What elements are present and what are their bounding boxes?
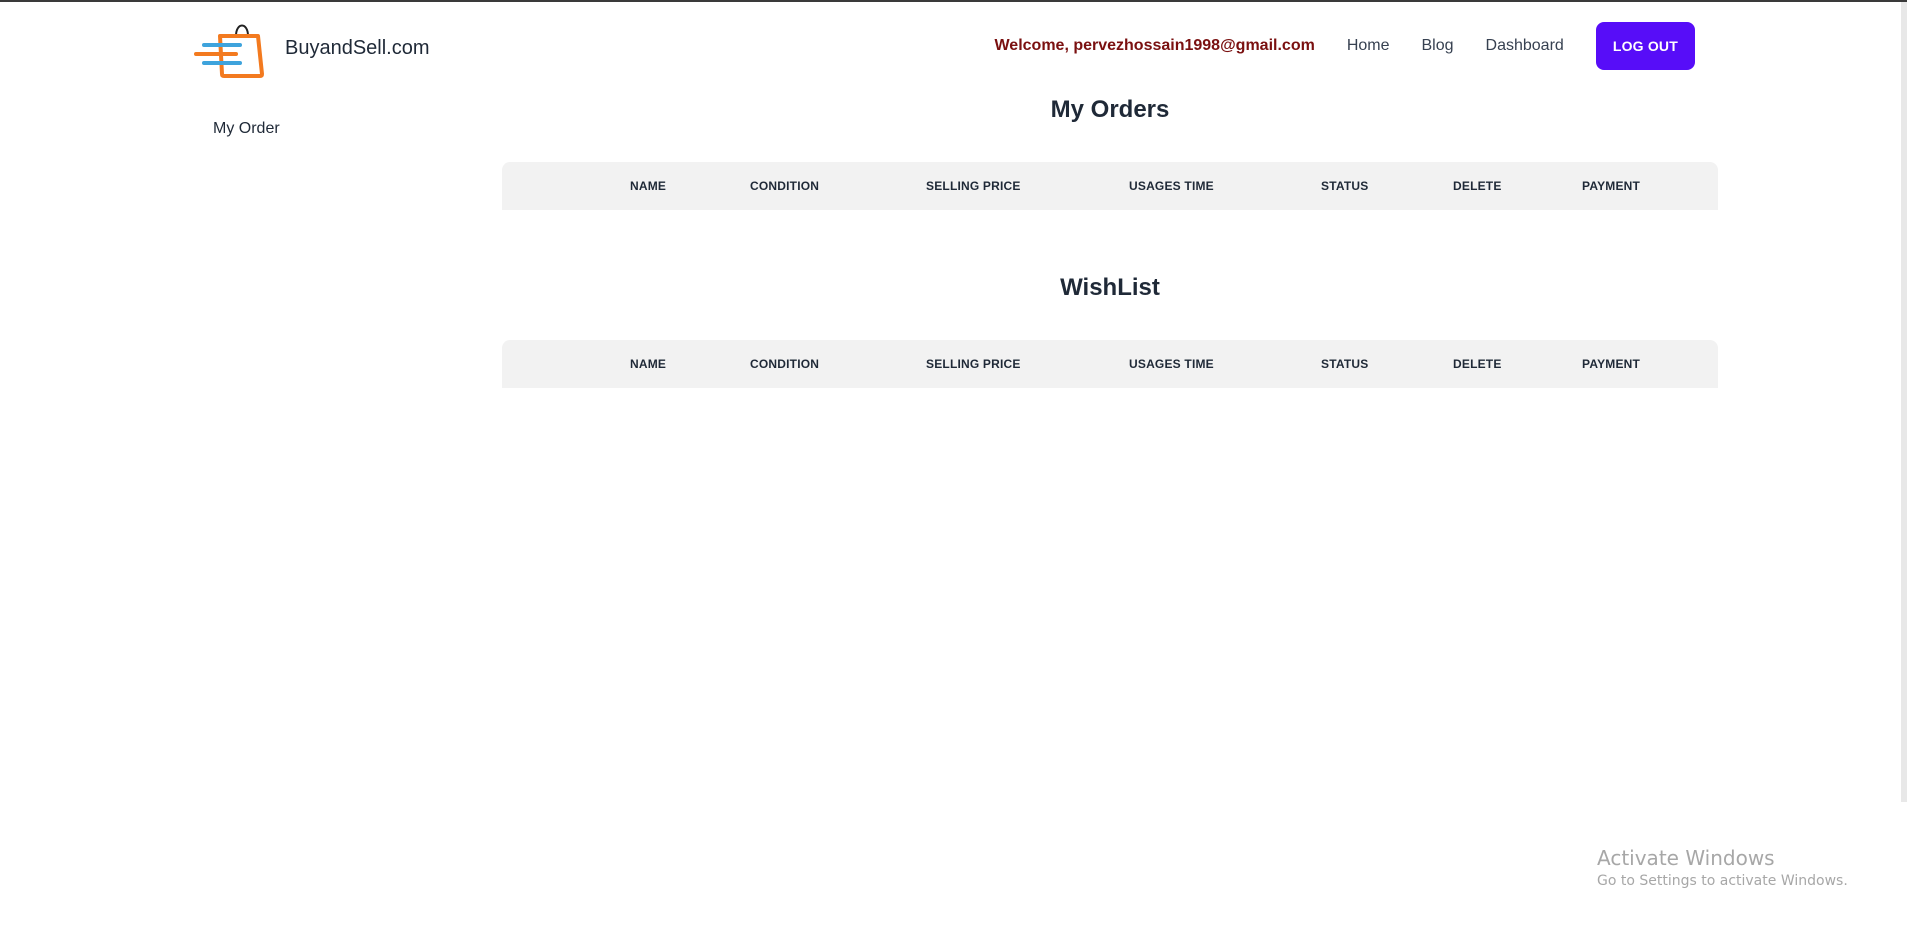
orders-table: Name Condition Selling Price Usages Time… [502, 162, 1718, 210]
nav-home-link[interactable]: Home [1347, 37, 1390, 55]
page: BuyandSell.com Welcome, pervezhossain199… [0, 2, 1907, 939]
wishlist-col-name: Name [614, 340, 734, 388]
nav-blog-link[interactable]: Blog [1422, 37, 1454, 55]
wishlist-col-status: Status [1305, 340, 1437, 388]
wishlist-table-header-row: Name Condition Selling Price Usages Time… [502, 340, 1718, 388]
vertical-scrollbar[interactable] [1901, 2, 1907, 802]
welcome-message: Welcome, pervezhossain1998@gmail.com [994, 37, 1315, 54]
orders-col-selling-price: Selling Price [910, 162, 1113, 210]
watermark-title: Activate Windows [1597, 846, 1775, 870]
orders-table-header-row: Name Condition Selling Price Usages Time… [502, 162, 1718, 210]
brand-name: BuyandSell.com [285, 36, 430, 59]
nav-menu: Welcome, pervezhossain1998@gmail.com Hom… [994, 22, 1695, 70]
wishlist-col-payment: Payment [1566, 340, 1718, 388]
orders-col-condition: Condition [734, 162, 910, 210]
sidebar-item-my-order[interactable]: My Order [213, 120, 280, 137]
wishlist-col-delete: Delete [1437, 340, 1566, 388]
navbar: BuyandSell.com Welcome, pervezhossain199… [0, 2, 1907, 92]
nav-dashboard-link[interactable]: Dashboard [1486, 37, 1564, 55]
windows-activation-watermark: Activate Windows Go to Settings to activ… [1597, 846, 1848, 889]
orders-col-index [502, 162, 614, 210]
shopping-bag-logo-icon [194, 24, 264, 78]
logout-button[interactable]: LOG OUT [1595, 22, 1695, 70]
wishlist-section: WishList Name Condition Selling Price Us… [502, 268, 1718, 388]
orders-col-usages-time: Usages Time [1113, 162, 1305, 210]
orders-section: My Orders Name Condition Selling Price U… [502, 90, 1718, 210]
orders-col-delete: Delete [1437, 162, 1566, 210]
orders-col-name: Name [614, 162, 734, 210]
wishlist-title: WishList [1060, 274, 1160, 301]
wishlist-table-wrapper: Name Condition Selling Price Usages Time… [502, 340, 1718, 388]
wishlist-col-selling-price: Selling Price [910, 340, 1113, 388]
wishlist-table: Name Condition Selling Price Usages Time… [502, 340, 1718, 388]
wishlist-col-usages-time: Usages Time [1113, 340, 1305, 388]
dashboard-sidebar: My Order [213, 120, 280, 138]
wishlist-col-condition: Condition [734, 340, 910, 388]
dashboard-content: My Orders Name Condition Selling Price U… [502, 90, 1718, 388]
orders-title: My Orders [1050, 96, 1170, 123]
orders-table-wrapper: Name Condition Selling Price Usages Time… [502, 162, 1718, 210]
watermark-subtitle: Go to Settings to activate Windows. [1597, 873, 1848, 889]
wishlist-col-index [502, 340, 614, 388]
orders-col-status: Status [1305, 162, 1437, 210]
orders-col-payment: Payment [1566, 162, 1718, 210]
brand-link[interactable]: BuyandSell.com [194, 18, 430, 78]
